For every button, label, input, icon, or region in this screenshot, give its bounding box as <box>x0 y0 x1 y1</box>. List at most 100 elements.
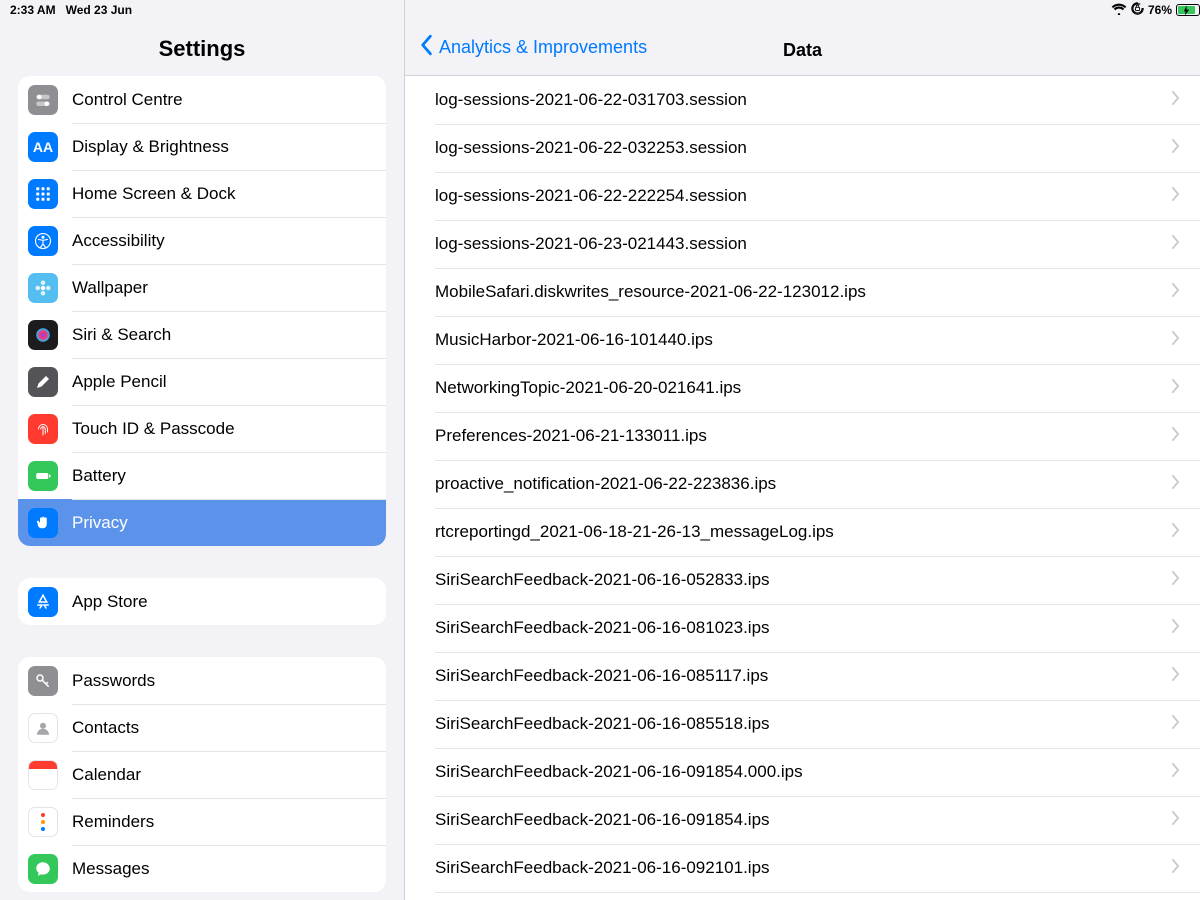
calendar-icon <box>28 760 58 790</box>
data-row[interactable]: SiriSearchFeedback-2021-06-16-085117.ips <box>405 652 1200 700</box>
data-row[interactable]: log-sessions-2021-06-22-032253.session <box>405 124 1200 172</box>
sidebar-item-label: Apple Pencil <box>72 372 167 392</box>
data-row[interactable]: MobileSafari.diskwrites_resource-2021-06… <box>405 268 1200 316</box>
data-row[interactable]: SiriSearchFeedback-2021-06-16-085518.ips <box>405 700 1200 748</box>
sidebar-group-general: Control Centre AADisplay & BrightnessHome… <box>18 76 386 546</box>
data-row-label: SiriSearchFeedback-2021-06-16-085518.ips <box>435 714 770 734</box>
sidebar-item-label: Passwords <box>72 671 155 691</box>
battery-percent: 76% <box>1148 3 1172 17</box>
data-row-label: MobileSafari.diskwrites_resource-2021-06… <box>435 282 866 302</box>
data-row[interactable]: SiriSearchFeedback-2021-06-16-092101.ips <box>405 844 1200 892</box>
data-row-label: SiriSearchFeedback-2021-06-16-091854.ips <box>435 810 770 830</box>
siri-icon <box>28 320 58 350</box>
chevron-right-icon <box>1171 234 1180 255</box>
chevron-right-icon <box>1171 666 1180 687</box>
sidebar-item-home-screen-dock[interactable]: Home Screen & Dock <box>18 170 386 217</box>
contact-icon <box>28 713 58 743</box>
battery-icon <box>28 461 58 491</box>
sidebar-item-control-centre[interactable]: Control Centre <box>18 76 386 123</box>
sidebar-item-apple-pencil[interactable]: Apple Pencil <box>18 358 386 405</box>
data-row-label: SiriSearchFeedback-2021-06-16-052833.ips <box>435 570 770 590</box>
main-title: Data <box>783 40 822 61</box>
sidebar-item-contacts[interactable]: Contacts <box>18 704 386 751</box>
back-button[interactable]: Analytics & Improvements <box>419 34 647 61</box>
data-row-label: log-sessions-2021-06-23-021443.session <box>435 234 747 254</box>
chevron-right-icon <box>1171 522 1180 543</box>
battery-icon <box>1176 4 1190 16</box>
sidebar-item-accessibility[interactable]: Accessibility <box>18 217 386 264</box>
data-row[interactable]: proactive_notification-2021-06-22-223836… <box>405 460 1200 508</box>
sidebar-item-label: Privacy <box>72 513 128 533</box>
grid-icon <box>28 179 58 209</box>
data-row[interactable]: log-sessions-2021-06-22-031703.session <box>405 76 1200 124</box>
wifi-icon <box>1111 3 1127 18</box>
sidebar-item-calendar[interactable]: Calendar <box>18 751 386 798</box>
data-row[interactable]: Preferences-2021-06-21-133011.ips <box>405 412 1200 460</box>
sidebar-group-apps: Passwords Contacts Calendar Reminders Messag… <box>18 657 386 892</box>
data-row-label: log-sessions-2021-06-22-032253.session <box>435 138 747 158</box>
sidebar-item-label: Calendar <box>72 765 141 785</box>
hand-icon <box>28 508 58 538</box>
sidebar-item-passwords[interactable]: Passwords <box>18 657 386 704</box>
sidebar-item-reminders[interactable]: Reminders <box>18 798 386 845</box>
chevron-right-icon <box>1171 762 1180 783</box>
sidebar-item-display-brightness[interactable]: AADisplay & Brightness <box>18 123 386 170</box>
sidebar-item-label: Touch ID & Passcode <box>72 419 235 439</box>
flower-icon <box>28 273 58 303</box>
chevron-right-icon <box>1171 810 1180 831</box>
data-row-label: rtcreportingd_2021-06-18-21-26-13_messag… <box>435 522 834 542</box>
pencil-icon <box>28 367 58 397</box>
sidebar-item-messages[interactable]: Messages <box>18 845 386 892</box>
sidebar-item-label: Control Centre <box>72 90 183 110</box>
sidebar-item-app-store[interactable]: App Store <box>18 578 386 625</box>
sidebar-item-label: Reminders <box>72 812 154 832</box>
data-row-label: log-sessions-2021-06-22-031703.session <box>435 90 747 110</box>
data-row-label: Preferences-2021-06-21-133011.ips <box>435 426 707 446</box>
fingerprint-icon <box>28 414 58 444</box>
chevron-left-icon <box>419 34 439 61</box>
sidebar-item-siri-search[interactable]: Siri & Search <box>18 311 386 358</box>
chevron-right-icon <box>1171 186 1180 207</box>
sidebar-item-privacy[interactable]: Privacy <box>18 499 386 546</box>
sidebar-item-wallpaper[interactable]: Wallpaper <box>18 264 386 311</box>
data-row-label: log-sessions-2021-06-22-222254.session <box>435 186 747 206</box>
data-row[interactable]: rtcreportingd_2021-06-18-21-26-13_messag… <box>405 508 1200 556</box>
sidebar-item-label: Contacts <box>72 718 139 738</box>
data-row[interactable]: SiriSearchFeedback-2021-06-16-091854.000… <box>405 748 1200 796</box>
chevron-right-icon <box>1171 618 1180 639</box>
data-row[interactable]: log-sessions-2021-06-22-222254.session <box>405 172 1200 220</box>
data-row[interactable]: log-sessions-2021-06-23-021443.session <box>405 220 1200 268</box>
sidebar-item-battery[interactable]: Battery <box>18 452 386 499</box>
data-row[interactable]: SiriSearchFeedback-2021-06-16-081023.ips <box>405 604 1200 652</box>
sidebar-item-label: Siri & Search <box>72 325 171 345</box>
data-row[interactable]: NetworkingTopic-2021-06-20-021641.ips <box>405 364 1200 412</box>
data-row[interactable]: SiriSearchFeedback-2021-06-16-052833.ips <box>405 556 1200 604</box>
data-row[interactable]: MusicHarbor-2021-06-16-101440.ips <box>405 316 1200 364</box>
data-list: log-sessions-2021-06-22-031703.session lo… <box>405 76 1200 900</box>
reminders-icon <box>28 807 58 837</box>
sidebar-item-touch-id-passcode[interactable]: Touch ID & Passcode <box>18 405 386 452</box>
chevron-right-icon <box>1171 426 1180 447</box>
data-row[interactable]: SiriSearchFeedback-2021-06-16-092355.ips <box>405 892 1200 900</box>
status-bar: 2:33 AM Wed 23 Jun 76% <box>0 0 1200 20</box>
sidebar-item-label: Messages <box>72 859 149 879</box>
chevron-right-icon <box>1171 570 1180 591</box>
data-row[interactable]: SiriSearchFeedback-2021-06-16-091854.ips <box>405 796 1200 844</box>
main-panel: Analytics & Improvements Data log-sessio… <box>405 0 1200 900</box>
sidebar-title: Settings <box>159 36 246 62</box>
chevron-right-icon <box>1171 90 1180 111</box>
key-icon <box>28 666 58 696</box>
sidebar-item-label: App Store <box>72 592 148 612</box>
chevron-right-icon <box>1171 330 1180 351</box>
settings-sidebar: Settings Control Centre AADisplay & Brigh… <box>0 0 405 900</box>
sidebar-item-label: Battery <box>72 466 126 486</box>
status-time: 2:33 AM <box>10 3 56 17</box>
chevron-right-icon <box>1171 378 1180 399</box>
rotation-lock-icon <box>1131 2 1144 18</box>
status-date: Wed 23 Jun <box>66 3 132 17</box>
sidebar-item-label: Display & Brightness <box>72 137 229 157</box>
chevron-right-icon <box>1171 138 1180 159</box>
data-row-label: NetworkingTopic-2021-06-20-021641.ips <box>435 378 741 398</box>
sidebar-item-label: Accessibility <box>72 231 165 251</box>
data-row-label: SiriSearchFeedback-2021-06-16-091854.000… <box>435 762 803 782</box>
